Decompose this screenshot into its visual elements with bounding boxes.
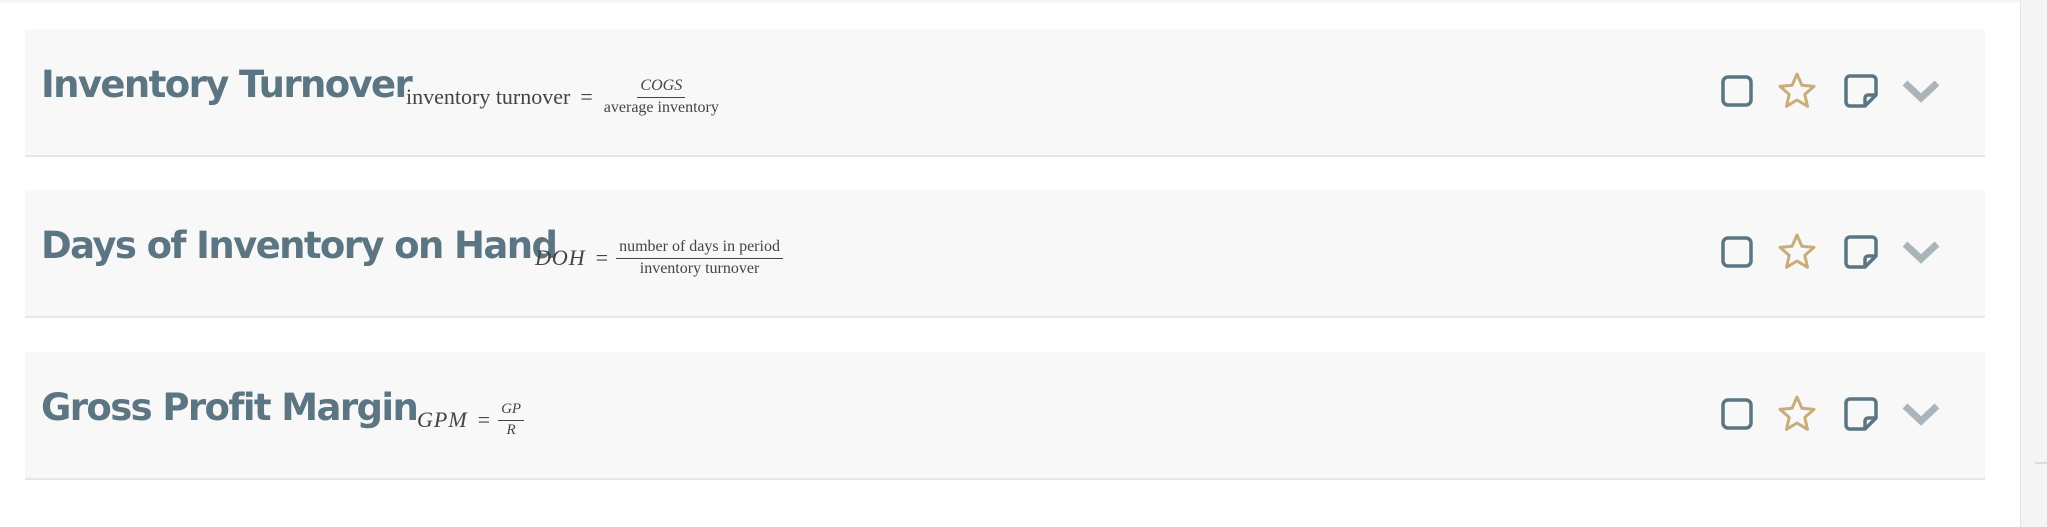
- formula-card: Gross Profit Margin GPM = GP R: [25, 352, 1985, 480]
- formula-numerator: GP: [498, 401, 525, 421]
- formula: inventory turnover = COGS average invent…: [406, 77, 722, 117]
- star-icon: [1778, 395, 1816, 431]
- formula-fraction: COGS average inventory: [601, 77, 722, 117]
- checkbox-icon: [1721, 398, 1753, 430]
- formula: GPM = GP R: [417, 401, 525, 439]
- favorite-button[interactable]: [1777, 394, 1817, 434]
- page-scrollbar[interactable]: [2020, 0, 2047, 527]
- formula-denominator: R: [506, 421, 516, 438]
- card-controls: [1717, 71, 1967, 115]
- chevron-down-icon: [1902, 403, 1940, 426]
- add-note-button[interactable]: [1841, 232, 1881, 272]
- note-icon: [1844, 74, 1878, 108]
- card-title: Gross Profit Margin: [41, 386, 419, 429]
- select-checkbox[interactable]: [1717, 71, 1757, 111]
- expand-button[interactable]: [1901, 232, 1941, 272]
- formula-equals: =: [595, 245, 609, 271]
- chevron-down-icon: [1902, 241, 1940, 264]
- top-shadow: [0, 0, 2020, 4]
- add-note-button[interactable]: [1841, 394, 1881, 434]
- checkbox-icon: [1721, 236, 1753, 268]
- formula-equals: =: [477, 407, 491, 433]
- scrollbar-marker: [2035, 462, 2047, 464]
- formula-denominator: average inventory: [603, 98, 719, 116]
- formula-fraction: number of days in period inventory turno…: [616, 238, 783, 278]
- note-icon: [1844, 235, 1878, 269]
- card-controls: [1717, 232, 1967, 276]
- formula-lhs: inventory turnover: [406, 84, 571, 110]
- formula-lhs: GPM: [417, 407, 468, 433]
- select-checkbox[interactable]: [1717, 232, 1757, 272]
- star-icon: [1778, 233, 1816, 269]
- formula: DOH = number of days in period inventory…: [535, 238, 783, 278]
- formula-fraction: GP R: [498, 401, 525, 439]
- formula-equals: =: [580, 84, 593, 110]
- favorite-button[interactable]: [1777, 71, 1817, 111]
- card-title: Inventory Turnover: [41, 63, 413, 106]
- add-note-button[interactable]: [1841, 71, 1881, 111]
- formula-card: Days of Inventory on Hand DOH = number o…: [25, 190, 1985, 318]
- formula-denominator: inventory turnover: [639, 259, 760, 277]
- select-checkbox[interactable]: [1717, 394, 1757, 434]
- star-icon: [1778, 72, 1816, 108]
- expand-button[interactable]: [1901, 394, 1941, 434]
- favorite-button[interactable]: [1777, 232, 1817, 272]
- note-icon: [1844, 397, 1878, 431]
- card-title: Days of Inventory on Hand: [41, 224, 558, 267]
- formula-list-page: Inventory Turnover inventory turnover = …: [0, 0, 2047, 527]
- expand-button[interactable]: [1901, 71, 1941, 111]
- formula-numerator: COGS: [637, 77, 686, 98]
- formula-card: Inventory Turnover inventory turnover = …: [25, 29, 1985, 157]
- checkbox-icon: [1721, 75, 1753, 107]
- formula-numerator: number of days in period: [616, 238, 783, 259]
- card-controls: [1717, 394, 1967, 438]
- chevron-down-icon: [1902, 80, 1940, 103]
- formula-lhs: DOH: [535, 245, 586, 271]
